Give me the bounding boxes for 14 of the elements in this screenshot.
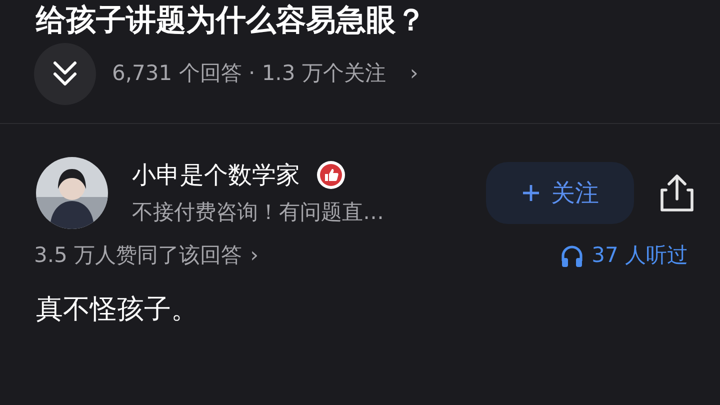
author-bio: 不接付费咨询！有问题直… [132, 199, 384, 226]
share-icon[interactable] [658, 173, 696, 213]
plus-icon [521, 183, 541, 203]
listen-count[interactable]: 37 人听过 [592, 240, 688, 272]
chevron-icon[interactable]: › [410, 58, 418, 90]
answer-text: 真不怪孩子。 [35, 292, 199, 326]
double-chevron-icon [52, 60, 78, 88]
follow-button[interactable]: 关注 [486, 162, 634, 224]
headphones-icon [560, 244, 584, 268]
question-stats[interactable]: 6,731 个回答 · 1.3 万个关注 [112, 58, 386, 90]
author-name[interactable]: 小申是个数学家 [132, 157, 300, 194]
question-title: 给孩子讲题为什么容易急眼？ [34, 2, 427, 37]
chevron-icon[interactable]: › [250, 240, 258, 272]
upvote-count[interactable]: 3.5 万人赞同了该回答 [34, 240, 242, 272]
